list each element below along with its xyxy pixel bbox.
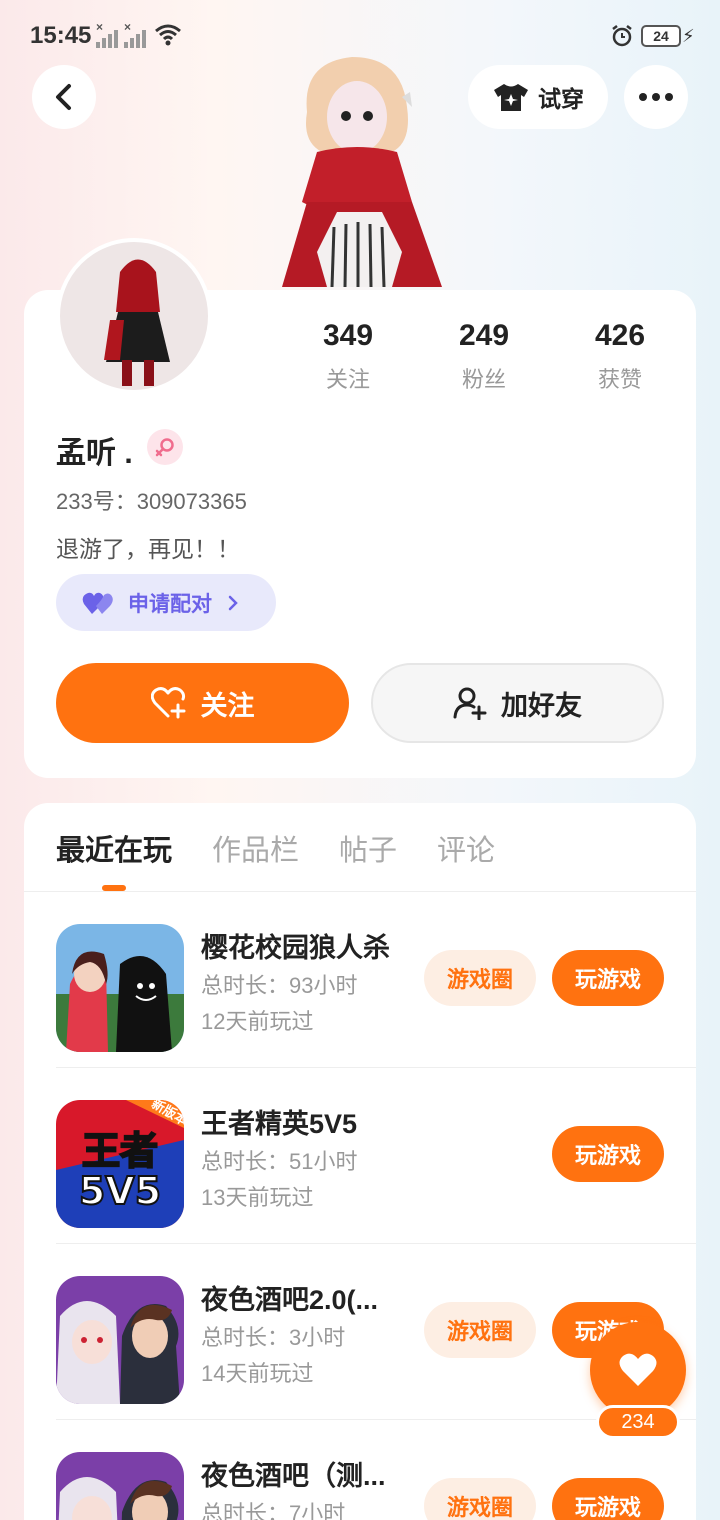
back-button[interactable] (32, 65, 96, 129)
heart-icon (619, 1353, 657, 1386)
female-icon (147, 429, 183, 465)
game-name: 夜色酒吧2.0(... (201, 1285, 379, 1315)
game-duration: 总时长：51小时 (201, 1149, 358, 1174)
game-icon (56, 924, 184, 1052)
game-last-played: 12天前玩过 (201, 1009, 314, 1034)
add-user-icon (453, 687, 487, 720)
like-count: 234 (596, 1405, 680, 1439)
game-row[interactable]: 夜色酒吧（测... 总时长：7小时 游戏圈 玩游戏 (56, 1420, 696, 1520)
add-friend-label: 加好友 (501, 690, 582, 721)
game-icon-text: 5V5 (79, 1169, 161, 1213)
game-duration: 总时长：7小时 (201, 1501, 346, 1520)
game-name: 王者精英5V5 (201, 1109, 358, 1139)
game-circle-button[interactable]: 游戏圈 (424, 1302, 536, 1358)
game-circle-button[interactable]: 游戏圈 (424, 950, 536, 1006)
pair-request-button[interactable]: 申请配对 (56, 574, 276, 631)
wifi-icon (155, 24, 181, 46)
game-row[interactable]: 新版本 王者 5V5 王者精英5V5 总时长：51小时 13天前玩过 玩游戏 (56, 1068, 696, 1244)
tab-works[interactable]: 作品栏 (212, 827, 299, 869)
stat-following-label: 关注 (325, 367, 370, 392)
stat-likes[interactable]: 426 获赞 (552, 318, 688, 394)
chevron-left-icon (56, 84, 71, 110)
try-on-button[interactable]: 试穿 (468, 65, 608, 129)
game-icon (56, 1276, 184, 1404)
profile-tabs: 最近在玩 作品栏 帖子 评论 (56, 827, 495, 869)
game-icon: 新版本 王者 5V5 (56, 1100, 184, 1228)
play-game-button[interactable]: 玩游戏 (552, 1126, 664, 1182)
game-icon (56, 1452, 184, 1520)
signal-off-icon: × (96, 20, 122, 48)
stat-fans-label: 粉丝 (461, 367, 506, 392)
stat-likes-value: 426 (594, 319, 646, 352)
play-game-button[interactable]: 玩游戏 (552, 950, 664, 1006)
nickname: 孟听 . (56, 437, 133, 470)
play-game-button[interactable]: 玩游戏 (552, 1478, 664, 1520)
tab-recent-games[interactable]: 最近在玩 (56, 827, 172, 869)
float-like-button[interactable] (590, 1322, 686, 1418)
chevron-right-icon (228, 595, 238, 610)
character-figure (282, 57, 442, 288)
stat-following[interactable]: 349 关注 (280, 318, 416, 394)
game-icon-text: 王者 (82, 1129, 158, 1173)
bio: 退游了，再见！！ (56, 536, 240, 562)
stat-likes-label: 获赞 (597, 367, 642, 392)
alarm-icon (612, 25, 632, 47)
game-name: 夜色酒吧（测... (201, 1461, 386, 1491)
game-name: 樱花校园狼人杀 (201, 933, 390, 963)
follow-label: 关注 (200, 690, 255, 721)
game-last-played: 14天前玩过 (201, 1361, 314, 1386)
add-friend-button[interactable]: 加好友 (371, 663, 664, 743)
more-dots-icon (639, 93, 673, 101)
profile-stats: 349 关注 249 粉丝 426 获赞 (280, 318, 688, 394)
stat-following-value: 349 (322, 319, 374, 352)
try-on-label: 试穿 (538, 86, 584, 112)
game-duration: 总时长：3小时 (201, 1325, 346, 1350)
avatar[interactable] (56, 238, 212, 394)
game-duration: 总时长：93小时 (201, 973, 358, 998)
game-row[interactable]: 樱花校园狼人杀 总时长：93小时 12天前玩过 游戏圈 玩游戏 (56, 892, 696, 1068)
user-id: 233号：309073365 (56, 489, 247, 514)
stat-fans[interactable]: 249 粉丝 (416, 318, 552, 394)
game-circle-button[interactable]: 游戏圈 (424, 1478, 536, 1520)
heart-plus-icon (150, 687, 185, 719)
stat-fans-value: 249 (458, 319, 510, 352)
status-time: 15:45 (30, 22, 92, 49)
charging-icon: ⚡ (682, 26, 695, 46)
battery-icon: 24 (641, 25, 681, 47)
games-card: 最近在玩 作品栏 帖子 评论 樱花校园狼人杀 总时长：93小时 12天前玩过 游… (24, 803, 696, 1520)
tab-posts[interactable]: 帖子 (339, 827, 397, 869)
double-heart-icon (82, 592, 113, 614)
follow-button[interactable]: 关注 (56, 663, 349, 743)
pair-request-label: 申请配对 (128, 592, 212, 616)
more-button[interactable] (624, 65, 688, 129)
game-last-played: 13天前玩过 (201, 1185, 314, 1210)
tshirt-icon (494, 84, 528, 111)
signal-off-icon: × (124, 20, 150, 48)
tab-comments[interactable]: 评论 (437, 827, 495, 869)
